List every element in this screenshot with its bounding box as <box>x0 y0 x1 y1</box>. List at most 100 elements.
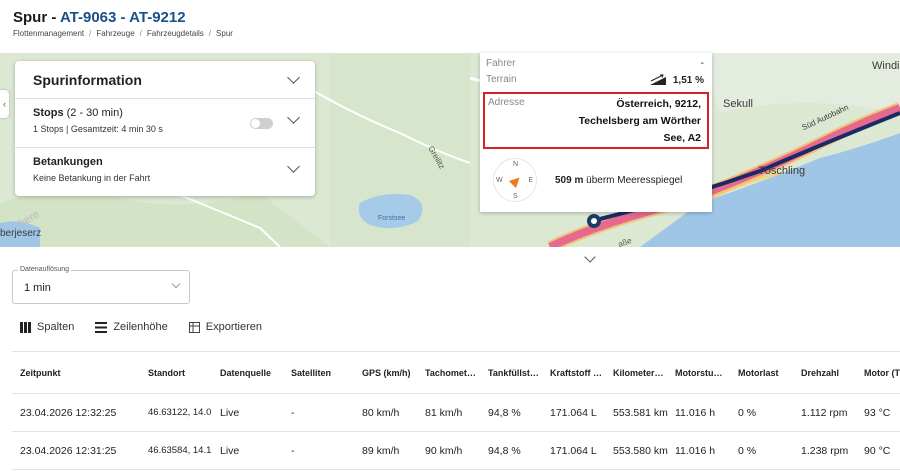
cell-gps: 89 km/h <box>362 444 400 457</box>
cell-motorstunden: 11.016 h <box>675 444 716 457</box>
cell-drehzahl: 1.112 rpm <box>801 406 848 419</box>
column-header-kilometer[interactable]: Kilometer… <box>613 352 664 393</box>
stops-title: Stops <box>33 107 64 119</box>
vehicle-ids: AT-9063 - AT-9212 <box>59 9 186 26</box>
spurinformation-header[interactable]: Spurinformation <box>15 61 315 99</box>
columns-button[interactable]: Spalten <box>20 321 74 333</box>
resolution-select[interactable]: Datenauflösung 1 min <box>12 266 190 304</box>
fahrer-label: Fahrer <box>486 58 516 69</box>
adresse-label: Adresse <box>488 97 525 108</box>
cell-datenquelle: Live <box>220 444 240 457</box>
stops-toggle[interactable] <box>250 118 273 129</box>
compass-east: E <box>528 177 533 184</box>
compass-north: N <box>513 161 519 168</box>
cell-motor-temperatur: 93 °C <box>864 406 891 419</box>
column-header-datenquelle[interactable]: Datenquelle <box>220 352 271 393</box>
cell-motorlast: 0 % <box>738 406 757 419</box>
cell-drehzahl: 1.238 rpm <box>801 444 849 457</box>
column-header-gps[interactable]: GPS (km/h) <box>362 352 411 393</box>
column-header-satelliten[interactable]: Satelliten <box>291 352 331 393</box>
cell-tankfuellstand: 94,8 % <box>488 406 521 419</box>
fahrer-row: Fahrer - <box>486 58 704 69</box>
export-button[interactable]: Exportieren <box>188 321 263 333</box>
cell-gps: 80 km/h <box>362 406 400 419</box>
terrain-value: 1,51 % <box>672 74 704 86</box>
map-label-windisch: Windi <box>872 60 900 72</box>
column-header-tankfuellstand[interactable]: Tankfüllst… <box>488 352 539 393</box>
chevron-down-icon <box>171 279 181 289</box>
fahrer-value: - <box>700 58 704 69</box>
export-icon <box>188 321 200 333</box>
column-header-motor-temperatur[interactable]: Motor (T <box>864 352 900 393</box>
column-header-kraftstoff[interactable]: Kraftstoff … <box>550 352 602 393</box>
column-header-motorstunden[interactable]: Motorstu… <box>675 352 723 393</box>
spurinformation-panel: Spurinformation Stops (2 - 30 min) 1 Sto… <box>15 61 315 196</box>
cell-standort[interactable]: 46.63584, 14.1 <box>148 432 214 469</box>
resolution-value: 1 min <box>24 282 51 294</box>
compass-icon: N E S W <box>493 158 537 202</box>
map-expand-chevron-icon[interactable] <box>584 251 596 263</box>
cell-kilometer: 553.581 km <box>613 406 668 419</box>
compass-west: W <box>496 177 503 184</box>
incline-icon <box>649 74 666 85</box>
column-header-drehzahl[interactable]: Drehzahl <box>801 352 839 393</box>
terrain-row: Terrain 1,51 % <box>486 74 704 86</box>
spurinformation-title: Spurinformation <box>33 71 142 88</box>
address-highlight: Adresse Österreich, 9212, Techelsberg am… <box>483 92 709 149</box>
altitude-value: 509 m <box>555 175 584 186</box>
column-header-standort[interactable]: Standort <box>148 352 185 393</box>
map-label-sekull: Sekull <box>723 98 753 110</box>
cell-zeitpunkt: 23.04.2026 12:31:25 <box>20 444 117 457</box>
rowheight-button[interactable]: Zeilenhöhe <box>95 321 168 333</box>
cell-kraftstoff: 171.064 L <box>550 444 597 457</box>
rowheight-label: Zeilenhöhe <box>113 321 168 333</box>
table-row[interactable]: 23.04.2026 12:31:25 46.63584, 14.1 Live … <box>12 432 900 470</box>
cell-kilometer: 553.580 km <box>613 444 668 457</box>
compass-needle <box>508 173 524 189</box>
breadcrumb-item-fahrzeugdetails[interactable]: Fahrzeugdetails <box>147 29 204 38</box>
stops-section[interactable]: Stops (2 - 30 min) 1 Stops | Gesamtzeit:… <box>15 99 315 148</box>
chevron-down-icon[interactable] <box>287 70 300 84</box>
column-header-motorlast[interactable]: Motorlast <box>738 352 779 393</box>
page-title: Spur - AT-9063 - AT-9212 <box>13 9 186 26</box>
compass-south: S <box>513 193 518 200</box>
breadcrumb-item-flottenmanagement[interactable]: Flottenmanagement <box>13 29 84 38</box>
page-title-prefix: Spur - <box>13 9 60 26</box>
breadcrumb: Flottenmanagement / Fahrzeuge / Fahrzeugde… <box>13 29 233 38</box>
map-label-toschling: Töschling <box>758 165 806 177</box>
cell-kraftstoff: 171.064 L <box>550 406 597 419</box>
column-header-tachometer[interactable]: Tachomet… <box>425 352 476 393</box>
cell-standort[interactable]: 46.63122, 14.0 <box>148 394 214 431</box>
columns-label: Spalten <box>37 321 75 333</box>
betankungen-section[interactable]: Betankungen Keine Betankung in der Fahrt <box>15 148 315 197</box>
terrain-label: Terrain <box>486 74 517 85</box>
map-label-berjeserz: berjeserz <box>0 228 42 239</box>
adresse-value: Österreich, 9212, Techelsberg am Wörther… <box>578 98 701 144</box>
cell-motorlast: 0 % <box>738 444 757 457</box>
export-label: Exportieren <box>205 321 263 333</box>
cell-motorstunden: 11.016 h <box>675 406 716 419</box>
altitude: 509 m überm Meeresspiegel <box>555 175 682 186</box>
column-header-zeitpunkt[interactable]: Zeitpunkt <box>20 352 61 393</box>
columns-icon <box>20 321 31 333</box>
breadcrumb-item-spur: Spur <box>216 29 233 38</box>
table-header-row: Zeitpunkt Standort Datenquelle Satellite… <box>12 352 900 394</box>
cell-datenquelle: Live <box>220 406 240 419</box>
cell-tankfuellstand: 94,8 % <box>488 444 521 457</box>
cell-tachometer: 81 km/h <box>425 406 463 419</box>
location-popup: Fahrer - Terrain 1,51 % Adresse Österrei… <box>480 53 712 212</box>
table-row[interactable]: 23.04.2026 12:32:25 46.63122, 14.0 Live … <box>12 394 900 432</box>
altitude-text: überm Meeresspiegel <box>583 175 683 186</box>
map-label-forstsee: Forstsee <box>378 215 406 222</box>
cell-zeitpunkt: 23.04.2026 12:32:25 <box>20 406 117 419</box>
cell-motor-temperatur: 90 °C <box>864 444 891 457</box>
map-collapse-handle[interactable]: ‹ <box>0 90 9 118</box>
betankungen-title: Betankungen <box>33 156 103 168</box>
resolution-label: Datenauflösung <box>18 266 72 273</box>
cell-satelliten: - <box>291 444 295 457</box>
cell-tachometer: 90 km/h <box>425 444 463 457</box>
table-toolbar: Spalten Zeilenhöhe Exportieren <box>20 321 283 333</box>
data-table: Zeitpunkt Standort Datenquelle Satellite… <box>12 351 900 470</box>
betankungen-summary: Keine Betankung in der Fahrt <box>33 173 151 183</box>
breadcrumb-item-fahrzeuge[interactable]: Fahrzeuge <box>96 29 134 38</box>
